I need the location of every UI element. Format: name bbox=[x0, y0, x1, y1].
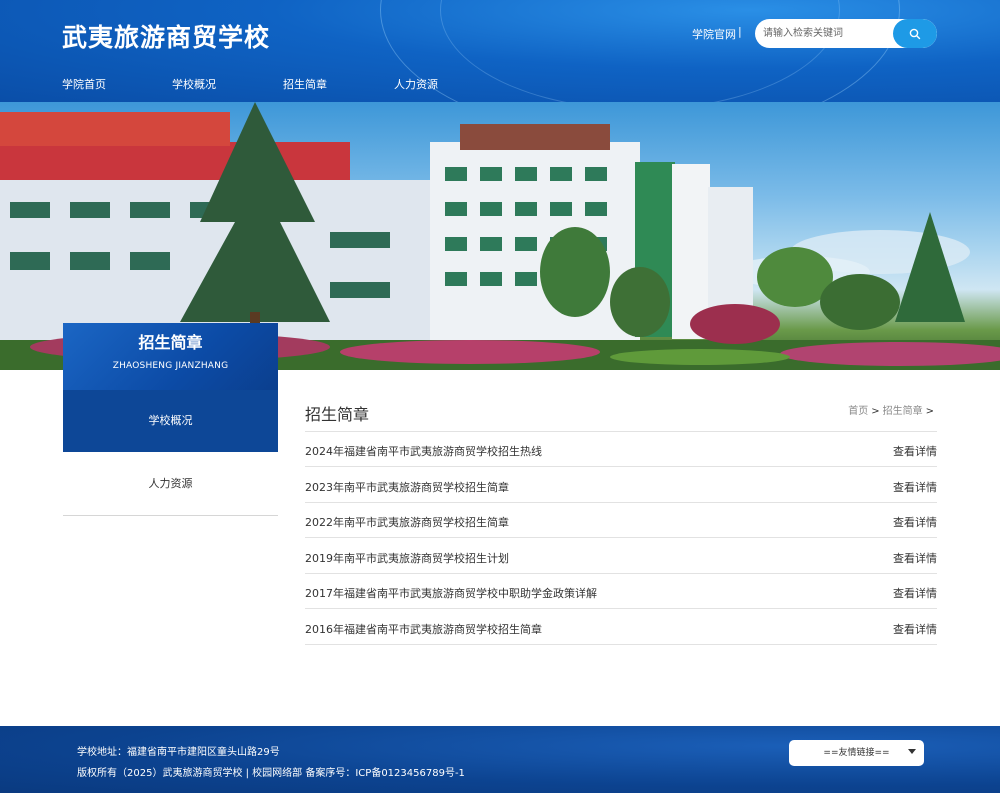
breadcrumb-home[interactable]: 首页 bbox=[848, 406, 868, 417]
view-details-link[interactable]: 查看详情 bbox=[893, 479, 937, 495]
article-title[interactable]: 2023年南平市武夷旅游商贸学校招生简章 bbox=[305, 479, 509, 495]
nav-item-hr[interactable]: 人力资源 bbox=[394, 76, 438, 92]
chevron-down-icon bbox=[908, 749, 916, 754]
page-title: 招生简章 bbox=[305, 405, 370, 424]
sidebar-title: 招生简章 bbox=[138, 333, 203, 352]
article-row[interactable]: 2016年福建省南平市武夷旅游商贸学校招生简章 查看详情 bbox=[305, 610, 937, 645]
sidebar-item-about[interactable]: 学校概况 bbox=[63, 390, 278, 452]
article-title[interactable]: 2022年南平市武夷旅游商贸学校招生简章 bbox=[305, 514, 509, 530]
view-details-link[interactable]: 查看详情 bbox=[893, 550, 937, 566]
school-name: 武夷旅游商贸学校 bbox=[62, 23, 271, 52]
article-row[interactable]: 2019年南平市武夷旅游商贸学校招生计划 查看详情 bbox=[305, 539, 937, 574]
site-footer: 学校地址：福建省南平市建阳区童头山路29号 版权所有（2025）武夷旅游商贸学校… bbox=[0, 726, 1000, 793]
article-title[interactable]: 2016年福建省南平市武夷旅游商贸学校招生简章 bbox=[305, 621, 542, 637]
header-separator: | bbox=[738, 25, 742, 38]
article-title[interactable]: 2019年南平市武夷旅游商贸学校招生计划 bbox=[305, 550, 509, 566]
sidebar-item-hr[interactable]: 人力资源 bbox=[63, 452, 278, 516]
view-details-link[interactable]: 查看详情 bbox=[893, 443, 937, 459]
breadcrumb: 首页 > 招生简章 > bbox=[848, 402, 937, 417]
search-box bbox=[755, 19, 937, 48]
article-row[interactable]: 2023年南平市武夷旅游商贸学校招生简章 查看详情 bbox=[305, 468, 937, 503]
sidebar-subtitle: ZHAOSHENG JIANZHANG bbox=[112, 361, 229, 371]
page: 武夷旅游商贸学校 学院官网 | 学院首页 学校概况 招生简章 人力资源 bbox=[0, 0, 1000, 793]
view-details-link[interactable]: 查看详情 bbox=[893, 514, 937, 530]
article-row[interactable]: 2024年福建省南平市武夷旅游商贸学校招生热线 查看详情 bbox=[305, 432, 937, 467]
official-site-link[interactable]: 学院官网 bbox=[692, 26, 736, 42]
footer-address: 学校地址：福建省南平市建阳区童头山路29号 bbox=[77, 747, 280, 758]
view-details-link[interactable]: 查看详情 bbox=[893, 585, 937, 601]
nav-item-home[interactable]: 学院首页 bbox=[62, 76, 106, 92]
sidebar-header: 招生简章 ZHAOSHENG JIANZHANG bbox=[63, 323, 278, 390]
article-row[interactable]: 2017年福建省南平市武夷旅游商贸学校中职助学金政策详解 查看详情 bbox=[305, 574, 937, 609]
search-icon bbox=[909, 28, 921, 39]
nav-item-about[interactable]: 学校概况 bbox=[172, 76, 216, 92]
article-row[interactable]: 2022年南平市武夷旅游商贸学校招生简章 查看详情 bbox=[305, 503, 937, 538]
friendly-links-select[interactable]: ==友情链接== bbox=[789, 740, 924, 766]
breadcrumb-separator: > bbox=[925, 406, 934, 417]
site-header: 武夷旅游商贸学校 学院官网 | 学院首页 学校概况 招生简章 人力资源 bbox=[0, 0, 1000, 102]
nav-item-admissions[interactable]: 招生简章 bbox=[283, 76, 327, 92]
view-details-link[interactable]: 查看详情 bbox=[893, 621, 937, 637]
search-button[interactable] bbox=[893, 19, 937, 48]
breadcrumb-separator: > bbox=[871, 406, 880, 417]
breadcrumb-current[interactable]: 招生简章 bbox=[883, 406, 923, 417]
search-input[interactable] bbox=[755, 19, 895, 48]
friendly-links-label: ==友情链接== bbox=[823, 748, 890, 758]
article-title[interactable]: 2017年福建省南平市武夷旅游商贸学校中职助学金政策详解 bbox=[305, 585, 597, 601]
footer-copyright: 版权所有（2025）武夷旅游商贸学校 | 校园网络部 备案序号：ICP备0123… bbox=[77, 768, 465, 779]
article-title[interactable]: 2024年福建省南平市武夷旅游商贸学校招生热线 bbox=[305, 443, 542, 459]
